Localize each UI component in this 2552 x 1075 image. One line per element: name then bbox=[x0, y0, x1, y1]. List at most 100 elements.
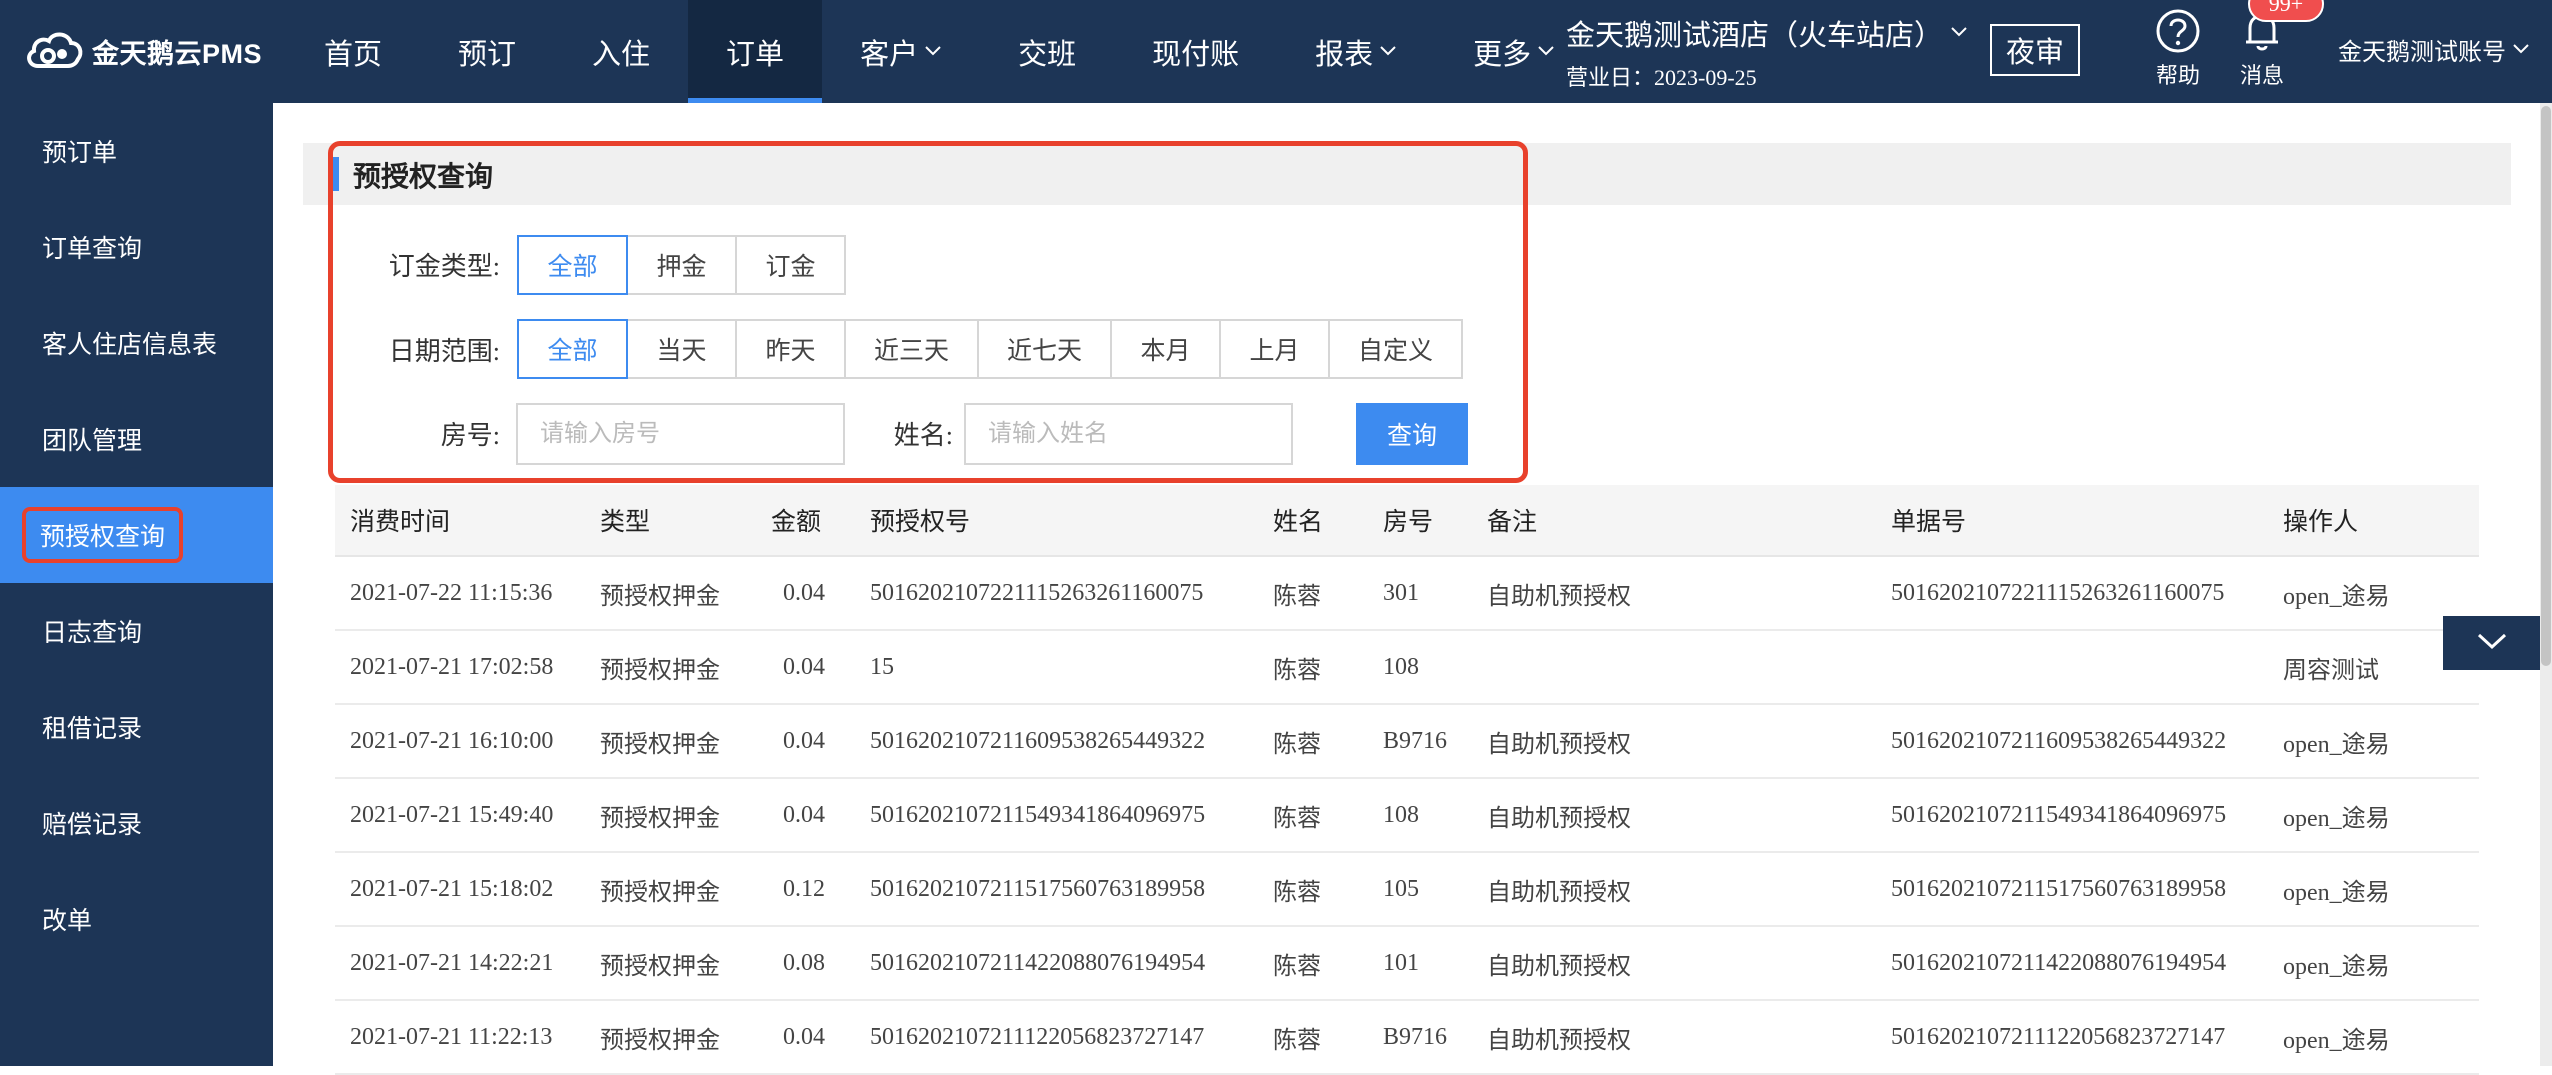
chevron-down-icon bbox=[2512, 38, 2530, 61]
chevron-down-icon bbox=[1949, 22, 1969, 45]
chevron-down-icon bbox=[1379, 40, 1397, 63]
nav-item-label: 入住 bbox=[592, 38, 651, 71]
scrollbar-thumb[interactable] bbox=[2541, 106, 2551, 666]
table-cell: 5016202107211122056823727147 bbox=[870, 1023, 1205, 1050]
table-row[interactable]: 2021-07-21 17:02:58 预授权押金 0.04 15 陈蓉 108 周容测试 bbox=[335, 631, 2479, 705]
seg-date-option-6[interactable]: 上月 bbox=[1219, 319, 1330, 379]
seg-date-option-5[interactable]: 本月 bbox=[1110, 319, 1221, 379]
seg-deposit-option-1[interactable]: 押金 bbox=[626, 235, 737, 295]
table-cell: open_途易 bbox=[2283, 805, 2390, 832]
table-row[interactable]: 2021-07-21 15:18:02 预授权押金 0.12 501620210721… bbox=[335, 853, 2479, 927]
sidebar-item-label: 预订单 bbox=[42, 140, 118, 167]
nav-item-label: 首页 bbox=[324, 38, 383, 71]
table-cell: open_途易 bbox=[2283, 583, 2390, 610]
table-cell: 0.04 bbox=[783, 579, 825, 606]
table-cell: open_途易 bbox=[2283, 953, 2390, 980]
table-cell: 自助机预授权 bbox=[1487, 1027, 1631, 1054]
nav-item-0[interactable]: 首页 bbox=[286, 0, 420, 103]
seg-deposit-option-2[interactable]: 订金 bbox=[735, 235, 846, 295]
name-label: 姓名: bbox=[893, 421, 953, 450]
sidebar-item-1[interactable]: 订单查询 bbox=[0, 199, 273, 295]
sidebar-item-3[interactable]: 团队管理 bbox=[0, 391, 273, 487]
nav-item-2[interactable]: 入住 bbox=[554, 0, 688, 103]
sidebar-item-7[interactable]: 赔偿记录 bbox=[0, 775, 273, 871]
table-cell: 50162021072211152632611600​75 bbox=[870, 579, 1204, 606]
help-circle-icon bbox=[2138, 8, 2218, 54]
sidebar-item-0[interactable]: 预订单 bbox=[0, 103, 273, 199]
seg-date-option-3[interactable]: 近三天 bbox=[844, 319, 979, 379]
sidebar-item-6[interactable]: 租借记录 bbox=[0, 679, 273, 775]
room-input[interactable] bbox=[516, 403, 845, 465]
sidebar-item-2[interactable]: 客人住店信息表 bbox=[0, 295, 273, 391]
sidebar: 预订单订单查询客人住店信息表团队管理 预授权查询 日志查询 租借记录 赔偿记录 改单 bbox=[0, 103, 273, 1066]
table-cell: open_途易 bbox=[2283, 879, 2390, 906]
table-cell: 陈蓉 bbox=[1273, 805, 1321, 832]
table-cell: 周容测试 bbox=[2283, 657, 2379, 684]
night-audit-button[interactable]: 夜审 bbox=[1990, 24, 2080, 76]
table-cell: open_途易 bbox=[2283, 731, 2390, 758]
sidebar-item-8[interactable]: 改单 bbox=[0, 871, 273, 967]
query-button[interactable]: 查询 bbox=[1356, 403, 1468, 465]
table-cell: 108 bbox=[1383, 653, 1419, 680]
chevron-down-icon bbox=[924, 40, 942, 63]
nav-item-7[interactable]: 报表 bbox=[1277, 0, 1435, 103]
nav-item-6[interactable]: 现付账 bbox=[1114, 0, 1277, 103]
table-cell: 105 bbox=[1383, 875, 1419, 902]
seg-date-option-4[interactable]: 近七天 bbox=[977, 319, 1112, 379]
cloud-logo-icon bbox=[24, 26, 84, 77]
message-label: 消息 bbox=[2239, 63, 2284, 88]
table-cell: 陈蓉 bbox=[1273, 1027, 1321, 1054]
preauth-table: 消费时间 类型 金额 预授权号 姓名 房号 备注 单据号 操作人 2021-07-22 11:15… bbox=[335, 485, 2479, 1075]
logo-text: 金天鹅云PMS bbox=[92, 38, 263, 69]
table-cell: 5016202107211422088076194954 bbox=[1891, 949, 2227, 976]
seg-date-option-7[interactable]: 自定义 bbox=[1328, 319, 1463, 379]
message-count-badge: 99+ bbox=[2248, 0, 2324, 22]
chevron-down-icon bbox=[2475, 630, 2509, 657]
name-input[interactable] bbox=[964, 403, 1293, 465]
sidebar-item-4[interactable]: 预授权查询 bbox=[0, 487, 273, 583]
table-cell: 预授权押金 bbox=[600, 1027, 720, 1054]
nav-item-5[interactable]: 交班 bbox=[980, 0, 1114, 103]
table-cell: 预授权押金 bbox=[600, 583, 720, 610]
collapse-button[interactable] bbox=[2443, 616, 2541, 670]
hotel-selector[interactable]: 金天鹅测试酒店（火车站店） 营业日：2023-09-25 bbox=[1566, 12, 1969, 92]
seg-deposit-option-0[interactable]: 全部 bbox=[517, 235, 628, 295]
help-label: 帮助 bbox=[2155, 63, 2200, 88]
nav-item-1[interactable]: 预订 bbox=[420, 0, 554, 103]
table-header: 消费时间 类型 金额 预授权号 姓名 房号 备注 单据号 操作人 bbox=[335, 485, 2479, 557]
help-button[interactable]: 帮助 bbox=[2138, 8, 2218, 90]
table-cell: 301 bbox=[1383, 579, 1419, 606]
table-cell: 预授权押金 bbox=[600, 879, 720, 906]
deposit-type-label: 订金类型: bbox=[388, 252, 500, 281]
app-logo[interactable]: 金天鹅云PMS bbox=[24, 28, 262, 74]
account-menu[interactable]: 金天鹅测试账号 bbox=[2338, 32, 2530, 67]
table-cell: 501620210722111526326116007​5 bbox=[1891, 579, 2225, 606]
table-row[interactable]: 2021-07-21 14:22:21 预授权押金 0.08 501620210721… bbox=[335, 927, 2479, 1001]
table-cell: 0.04 bbox=[783, 727, 825, 754]
table-cell: 陈蓉 bbox=[1273, 657, 1321, 684]
column-header: 预授权号 bbox=[870, 509, 971, 536]
chevron-down-icon bbox=[1537, 40, 1555, 63]
table-row[interactable]: 2021-07-21 11:22:13 预授权押金 0.04 501620210721… bbox=[335, 1001, 2479, 1075]
table-cell: 0.04 bbox=[783, 1023, 825, 1050]
nav-item-3[interactable]: 订单 bbox=[688, 0, 823, 103]
date-range-group: 全部 当天 昨天 近三天 近七天 本月 上月 自定义 bbox=[517, 319, 1463, 379]
deposit-type-group: 全部 押金 订金 bbox=[517, 235, 846, 295]
table-cell: 自助机预授权 bbox=[1487, 953, 1631, 980]
nav-item-4[interactable]: 客户 bbox=[822, 0, 980, 103]
seg-date-option-2[interactable]: 昨天 bbox=[735, 319, 846, 379]
seg-date-option-1[interactable]: 当天 bbox=[626, 319, 737, 379]
sidebar-item-5[interactable]: 日志查询 bbox=[0, 583, 273, 679]
section-header: 预授权查询 bbox=[303, 143, 2511, 205]
table-cell: 5016202107211122056823727147 bbox=[1891, 1023, 2226, 1050]
page-title: 预授权查询 bbox=[353, 162, 494, 193]
column-header: 房号 bbox=[1383, 509, 1434, 536]
table-cell: 自助机预授权 bbox=[1487, 731, 1631, 758]
table-row[interactable]: 2021-07-21 16:10:00 预授权押金 0.04 501620210721… bbox=[335, 705, 2479, 779]
table-row[interactable]: 2021-07-21 15:49:40 预授权押金 0.04 501620210721… bbox=[335, 779, 2479, 853]
sidebar-item-label: 客人住店信息表 bbox=[42, 332, 218, 359]
table-cell: 陈蓉 bbox=[1273, 879, 1321, 906]
sidebar-item-label: 订单查询 bbox=[42, 236, 143, 263]
table-row[interactable]: 2021-07-22 11:15:36 预授权押金 0.04 501620210722… bbox=[335, 557, 2479, 631]
seg-date-option-0[interactable]: 全部 bbox=[517, 319, 628, 379]
